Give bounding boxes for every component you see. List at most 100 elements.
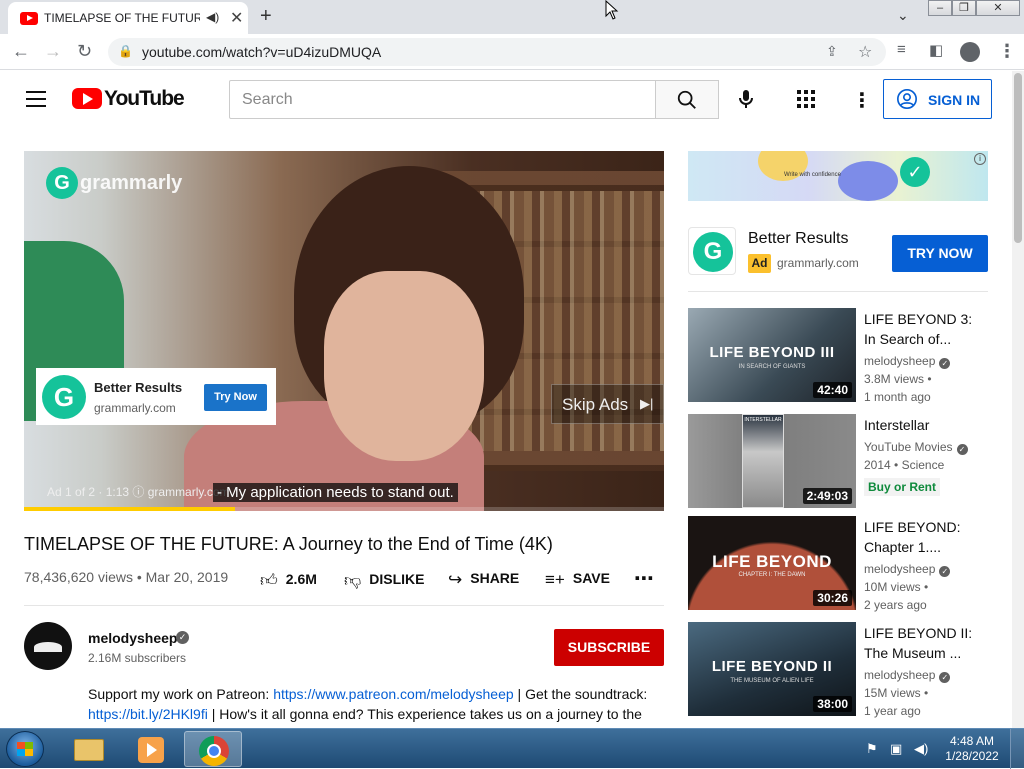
search-input[interactable] xyxy=(229,80,656,119)
recommended-video[interactable]: LIFE BEYOND CHAPTER I: THE DAWN 30:26 LI… xyxy=(688,516,988,612)
windows-logo-icon xyxy=(17,742,33,756)
restore-button[interactable]: ❐ xyxy=(952,0,976,16)
forward-arrow-icon[interactable]: → xyxy=(44,41,62,62)
grammarly-logo-text: grammarly xyxy=(80,171,183,194)
video-title[interactable]: Interstellar xyxy=(864,415,988,435)
skip-ads-button[interactable]: Skip Ads ▶| xyxy=(551,384,664,424)
share-icon[interactable]: ⇪ xyxy=(826,43,838,60)
minimize-button[interactable]: – xyxy=(928,0,952,16)
tab-title: TIMELAPSE OF THE FUTURE: A Journey to th… xyxy=(44,11,200,25)
windows-taskbar: ⚑ ▣ ◀) 4:48 AM 1/28/2022 xyxy=(0,728,1024,769)
advertiser-logo[interactable]: G xyxy=(688,227,736,275)
skip-ads-label: Skip Ads xyxy=(562,395,629,414)
browser-tab[interactable]: TIMELAPSE OF THE FUTURE: A Journey to th… xyxy=(8,2,248,34)
recommended-video[interactable]: LIFE BEYOND III IN SEARCH OF GIANTS 42:4… xyxy=(688,308,988,404)
sidebar-ad-domain[interactable]: grammarly.com xyxy=(777,256,859,270)
more-actions-icon[interactable]: ⋯ xyxy=(634,566,654,590)
ad-card-domain[interactable]: grammarly.com xyxy=(94,401,176,415)
youtube-logo-text[interactable]: YouTube xyxy=(104,87,185,111)
taskbar-chrome[interactable] xyxy=(184,731,242,767)
video-age: 1 month ago xyxy=(864,390,931,404)
tab-close-icon[interactable]: ✕ xyxy=(230,8,243,28)
ad-progress-bar[interactable] xyxy=(24,507,664,511)
more-options-icon[interactable]: ⋮ xyxy=(852,88,872,113)
video-player[interactable]: Ggrammarly G Better Results grammarly.co… xyxy=(24,151,664,511)
channel-name[interactable]: YouTube Movies ✓ xyxy=(864,440,968,455)
player-ad-card[interactable]: G Better Results grammarly.com Try Now xyxy=(36,368,276,425)
video-thumbnail[interactable]: LIFE BEYOND II THE MUSEUM OF ALIEN LIFE … xyxy=(688,622,856,716)
movie-poster xyxy=(742,414,784,508)
lock-icon[interactable]: 🔒 xyxy=(118,44,133,58)
video-thumbnail[interactable]: LIFE BEYOND CHAPTER I: THE DAWN 30:26 xyxy=(688,516,856,610)
search-button[interactable] xyxy=(655,80,719,119)
taskbar-explorer[interactable] xyxy=(60,731,118,767)
movie-year-genre: 2014 • Science xyxy=(864,458,945,472)
title-line: In Search of... xyxy=(864,331,952,347)
microphone-icon[interactable] xyxy=(734,87,758,111)
ad-info-text[interactable]: Ad 1 of 2 · 1:13 ⓘ grammarly.com xyxy=(47,483,230,500)
close-window-button[interactable]: ✕ xyxy=(976,0,1020,16)
search-icon xyxy=(677,90,696,109)
video-thumbnail[interactable]: INTERSTELLAR 2:49:03 xyxy=(688,414,856,508)
video-title[interactable]: LIFE BEYOND 3: In Search of... xyxy=(864,309,988,349)
video-title[interactable]: LIFE BEYOND: Chapter 1.... xyxy=(864,517,988,557)
address-bar[interactable]: 🔒 youtube.com/watch?v=uD4izuDMUQA ⇪ ☆ xyxy=(108,38,886,66)
youtube-header: YouTube ⋮ SIGN IN xyxy=(0,71,1012,127)
browser-menu-icon[interactable]: ⋮ xyxy=(998,41,1016,62)
volume-icon[interactable]: ◀) xyxy=(914,741,928,757)
share-label: SHARE xyxy=(470,570,520,586)
channel-name[interactable]: melodysheep ✓ xyxy=(864,668,951,683)
video-views-date: 78,436,620 views • Mar 20, 2019 xyxy=(24,569,229,585)
start-button[interactable] xyxy=(6,731,44,767)
profile-avatar-icon[interactable] xyxy=(960,42,980,62)
reload-icon[interactable]: ↻ xyxy=(77,41,92,62)
action-center-flag-icon[interactable]: ⚑ xyxy=(866,741,878,757)
scrollbar-thumb[interactable] xyxy=(1014,73,1022,243)
grammarly-banner-ad[interactable]: ✓ Write with confidence xyxy=(688,151,988,201)
channel-name[interactable]: melodysheep ✓ xyxy=(864,354,951,369)
subscribe-button[interactable]: SUBSCRIBE xyxy=(554,629,664,666)
soundtrack-link[interactable]: https://bit.ly/2HKl9fi xyxy=(88,706,208,722)
sidebar-ad-title[interactable]: Better Results xyxy=(748,230,848,248)
dislike-button[interactable]: 👎︎ DISLIKE xyxy=(344,570,425,590)
video-title[interactable]: LIFE BEYOND II: The Museum ... xyxy=(864,623,988,663)
show-desktop-button[interactable] xyxy=(1010,729,1024,769)
ad-card-try-now-button[interactable]: Try Now xyxy=(204,384,267,411)
apps-grid-icon[interactable] xyxy=(797,90,815,108)
thumbs-up-icon: 👍︎ xyxy=(260,571,278,590)
grammarly-g-icon: G xyxy=(42,375,86,419)
channel-avatar[interactable] xyxy=(24,622,72,670)
page-scrollbar[interactable] xyxy=(1012,71,1024,728)
bookmark-star-icon[interactable]: ☆ xyxy=(858,42,872,62)
banner-text: Write with confidence xyxy=(784,172,841,178)
share-button[interactable]: ↪ SHARE xyxy=(448,570,519,590)
network-icon[interactable]: ▣ xyxy=(890,741,902,757)
patreon-link[interactable]: https://www.patreon.com/melodysheep xyxy=(273,686,513,702)
tab-search-chevron-icon[interactable]: ⌄ xyxy=(897,7,909,24)
save-button[interactable]: ≡+ SAVE xyxy=(545,570,610,590)
channel-name[interactable]: melodysheep ✓ xyxy=(864,562,951,577)
hamburger-menu-icon[interactable] xyxy=(26,91,46,107)
back-arrow-icon[interactable]: ← xyxy=(12,41,30,62)
video-thumbnail[interactable]: LIFE BEYOND III IN SEARCH OF GIANTS 42:4… xyxy=(688,308,856,402)
ad-info-icon[interactable]: i xyxy=(974,153,986,165)
media-queue-icon[interactable]: ≡ xyxy=(897,41,906,58)
new-tab-button[interactable]: + xyxy=(260,5,272,28)
tab-audio-icon[interactable]: ◀) xyxy=(206,10,219,24)
system-clock[interactable]: 4:48 AM 1/28/2022 xyxy=(944,734,1000,764)
ad-card-title[interactable]: Better Results xyxy=(94,380,182,395)
sign-in-button[interactable]: SIGN IN xyxy=(883,79,992,119)
recommended-video[interactable]: INTERSTELLAR 2:49:03 Interstellar YouTub… xyxy=(688,414,988,508)
buy-or-rent-badge[interactable]: Buy or Rent xyxy=(864,478,941,496)
taskbar-media-player[interactable] xyxy=(122,731,180,767)
youtube-logo-icon[interactable] xyxy=(72,88,102,109)
side-panel-icon[interactable]: ◧ xyxy=(929,41,943,59)
thumbnail-subtitle: THE MUSEUM OF ALIEN LIFE xyxy=(730,678,814,684)
url-text[interactable]: youtube.com/watch?v=uD4izuDMUQA xyxy=(142,44,381,60)
thumbnail-subtitle: CHAPTER I: THE DAWN xyxy=(738,572,806,578)
try-now-button[interactable]: TRY NOW xyxy=(892,235,988,272)
like-button[interactable]: 👍︎ 2.6M xyxy=(260,570,317,590)
description-text: Support my work on Patreon: xyxy=(88,686,274,702)
channel-name[interactable]: melodysheep xyxy=(88,630,177,646)
recommended-video[interactable]: LIFE BEYOND II THE MUSEUM OF ALIEN LIFE … xyxy=(688,622,988,718)
